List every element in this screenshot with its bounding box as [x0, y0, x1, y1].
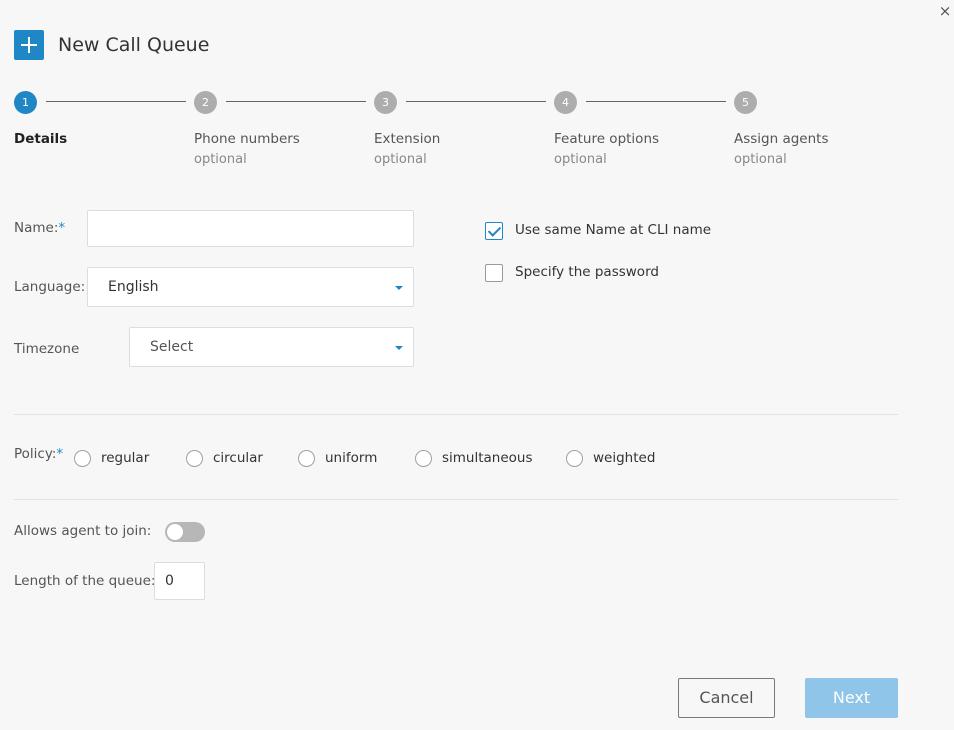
policy-option-label: uniform — [325, 450, 378, 466]
policy-label: Policy:* — [14, 446, 64, 462]
step-3-label: Extension — [374, 131, 441, 147]
step-2-label: Phone numbers — [194, 131, 300, 147]
policy-option-label: circular — [213, 450, 263, 466]
language-value: English — [108, 279, 159, 295]
use-same-name-label: Use same Name at CLI name — [515, 222, 712, 238]
step-3-optional: optional — [374, 152, 427, 167]
cancel-button[interactable]: Cancel — [678, 678, 775, 718]
close-icon[interactable]: × — [937, 3, 953, 19]
step-4-label: Feature options — [554, 131, 660, 147]
step-4-optional: optional — [554, 152, 607, 167]
specify-password-label: Specify the password — [515, 264, 659, 280]
next-button[interactable]: Next — [805, 678, 898, 718]
policy-radio-weighted[interactable] — [566, 450, 583, 467]
plus-icon — [14, 30, 44, 60]
toggle-knob — [167, 524, 183, 540]
caret-down-icon — [395, 346, 403, 350]
step-5-circle: 5 — [734, 91, 757, 114]
name-input[interactable] — [87, 210, 414, 247]
step-2-optional: optional — [194, 152, 247, 167]
dialog-header: New Call Queue — [14, 30, 209, 60]
name-label: Name:* — [14, 220, 66, 236]
step-3-circle: 3 — [374, 91, 397, 114]
required-mark: * — [56, 446, 64, 462]
step-1-label: Details — [14, 131, 68, 147]
step-connector — [226, 101, 366, 102]
step-connector — [586, 101, 726, 102]
allows-agent-toggle[interactable] — [165, 522, 205, 542]
policy-radio-circular[interactable] — [186, 450, 203, 467]
required-mark: * — [58, 220, 66, 236]
language-select[interactable]: English — [87, 267, 414, 307]
timezone-label: Timezone — [14, 341, 80, 357]
caret-down-icon — [395, 286, 403, 290]
policy-radio-simultaneous[interactable] — [415, 450, 432, 467]
policy-radio-regular[interactable] — [74, 450, 91, 467]
step-4-circle: 4 — [554, 91, 577, 114]
queue-length-label: Length of the queue: — [14, 573, 156, 589]
step-2-circle: 2 — [194, 91, 217, 114]
queue-length-input[interactable] — [154, 562, 205, 600]
step-5-optional: optional — [734, 152, 787, 167]
section-divider — [14, 414, 898, 415]
policy-radio-uniform[interactable] — [298, 450, 315, 467]
policy-option-label: weighted — [593, 450, 656, 466]
step-connector — [46, 101, 186, 102]
timezone-value: Select — [150, 339, 194, 355]
step-5-label: Assign agents — [734, 131, 829, 147]
language-label: Language: — [14, 279, 86, 295]
step-1-circle: 1 — [14, 91, 37, 114]
dialog-title: New Call Queue — [58, 34, 210, 56]
policy-option-label: simultaneous — [442, 450, 533, 466]
specify-password-checkbox[interactable] — [485, 264, 503, 282]
policy-option-label: regular — [101, 450, 150, 466]
section-divider — [14, 499, 898, 500]
timezone-select[interactable]: Select — [129, 327, 414, 367]
step-connector — [406, 101, 546, 102]
use-same-name-checkbox[interactable] — [485, 222, 503, 240]
allows-agent-label: Allows agent to join: — [14, 523, 152, 539]
